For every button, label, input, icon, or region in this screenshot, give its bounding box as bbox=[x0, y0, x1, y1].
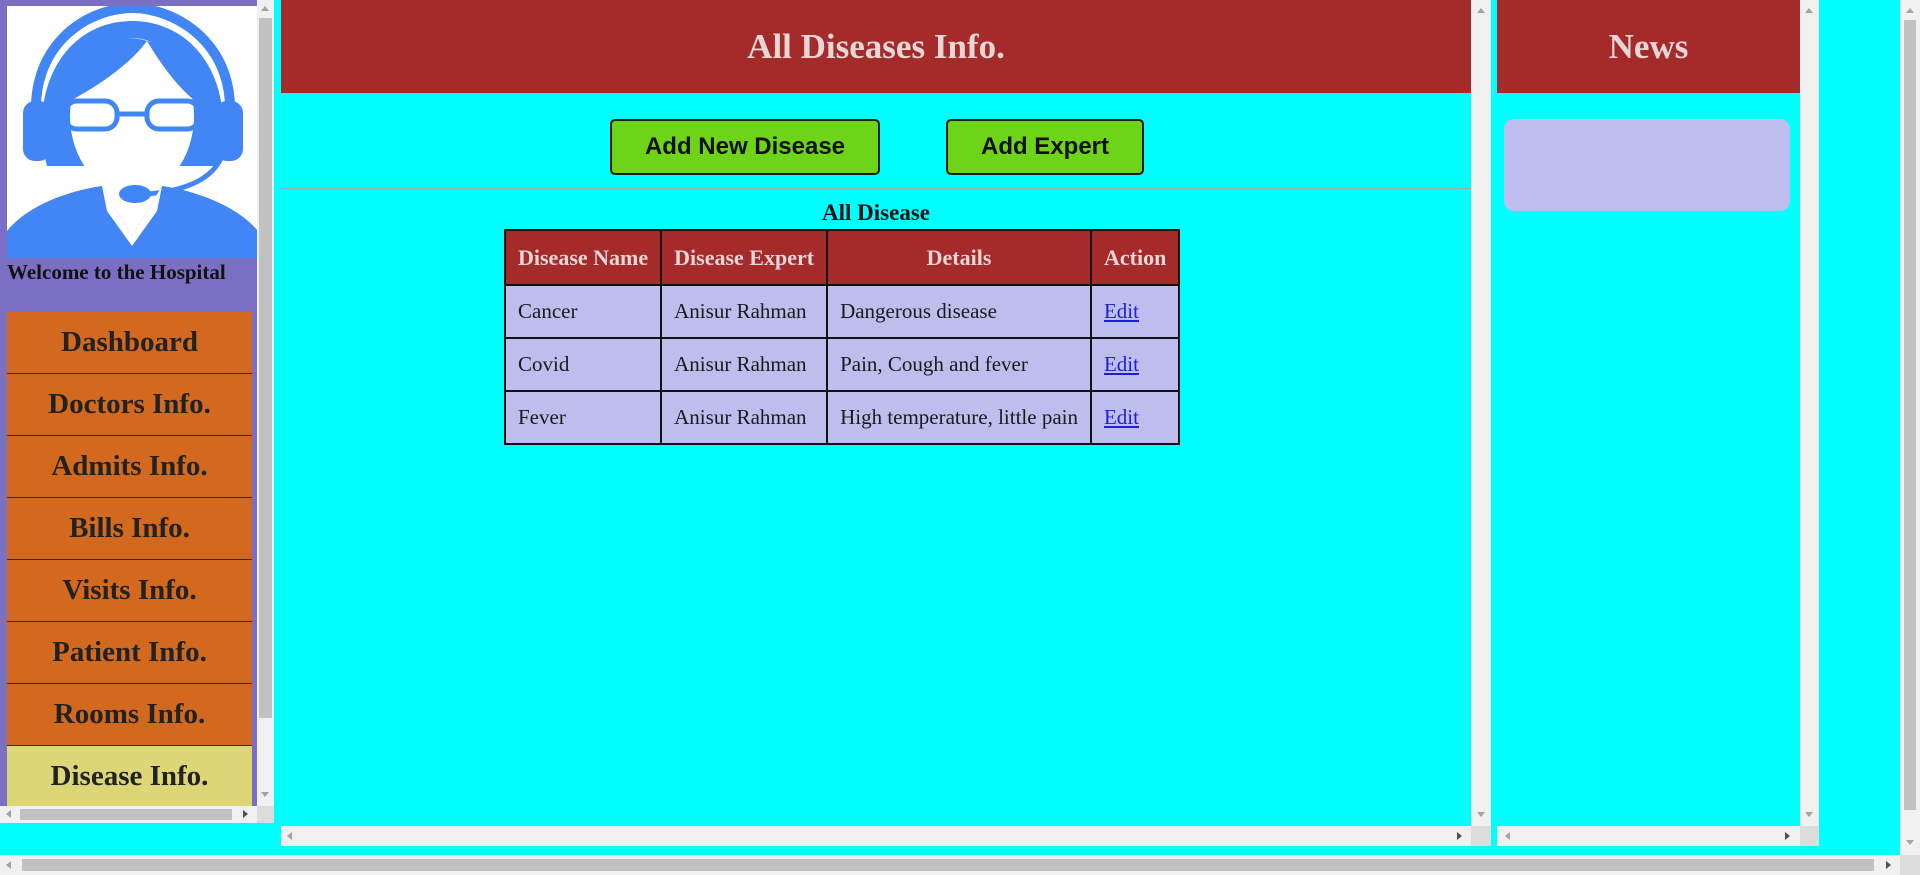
sidebar-nav: Dashboard Doctors Info. Admits Info. Bil… bbox=[7, 312, 252, 806]
scroll-down-arrow-icon[interactable] bbox=[1906, 840, 1914, 845]
scroll-right-arrow-icon[interactable] bbox=[1457, 832, 1462, 840]
table-caption: All Disease bbox=[822, 200, 930, 225]
column-header-disease-name: Disease Name bbox=[503, 229, 663, 286]
scroll-left-arrow-icon[interactable] bbox=[6, 861, 11, 869]
scrollbar-thumb[interactable] bbox=[1904, 20, 1916, 810]
edit-link[interactable]: Edit bbox=[1104, 299, 1139, 323]
action-button-row: Add New Disease Add Expert bbox=[281, 93, 1471, 189]
main-horizontal-scrollbar[interactable] bbox=[281, 826, 1471, 846]
table-header-row: Disease Name Disease Expert Details Acti… bbox=[503, 229, 1181, 286]
welcome-text: Welcome to the Hospital bbox=[7, 260, 226, 284]
page-vertical-scrollbar[interactable] bbox=[1900, 0, 1920, 855]
sidebar-horizontal-scrollbar[interactable] bbox=[0, 806, 257, 823]
edit-link[interactable]: Edit bbox=[1104, 405, 1139, 429]
news-vertical-scrollbar[interactable] bbox=[1800, 0, 1819, 826]
page-horizontal-scrollbar[interactable] bbox=[0, 855, 1900, 875]
details-cell: Dangerous disease bbox=[826, 284, 1092, 339]
add-expert-button[interactable]: Add Expert bbox=[946, 119, 1144, 175]
sidebar-item-dashboard[interactable]: Dashboard bbox=[7, 312, 252, 374]
sidebar-item-admits[interactable]: Admits Info. bbox=[7, 436, 252, 498]
scrollbar-corner bbox=[1900, 855, 1920, 875]
add-new-disease-button[interactable]: Add New Disease bbox=[610, 119, 880, 175]
news-horizontal-scrollbar[interactable] bbox=[1497, 826, 1800, 846]
scroll-left-arrow-icon[interactable] bbox=[287, 832, 292, 840]
scroll-down-arrow-icon[interactable] bbox=[261, 792, 269, 797]
scroll-right-arrow-icon[interactable] bbox=[243, 810, 248, 818]
scrollbar-corner bbox=[1800, 826, 1819, 846]
column-header-details: Details bbox=[826, 229, 1092, 286]
column-header-disease-expert: Disease Expert bbox=[660, 229, 829, 286]
column-header-action: Action bbox=[1089, 229, 1181, 286]
scrollbar-thumb[interactable] bbox=[22, 859, 1874, 871]
scroll-left-arrow-icon[interactable] bbox=[6, 810, 11, 818]
table-row: Cancer Anisur Rahman Dangerous disease E… bbox=[503, 284, 1181, 339]
scroll-right-arrow-icon[interactable] bbox=[1886, 861, 1891, 869]
sidebar-item-doctors[interactable]: Doctors Info. bbox=[7, 374, 252, 436]
sidebar-frame: Welcome to the Hospital Dashboard Doctor… bbox=[0, 0, 277, 827]
sidebar-item-bills[interactable]: Bills Info. bbox=[7, 498, 252, 560]
disease-name-cell: Covid bbox=[503, 337, 663, 392]
main-vertical-scrollbar[interactable] bbox=[1471, 0, 1491, 826]
scrollbar-thumb[interactable] bbox=[20, 809, 232, 820]
support-agent-avatar-icon bbox=[7, 6, 258, 258]
sidebar-item-rooms[interactable]: Rooms Info. bbox=[7, 684, 252, 746]
news-title: News bbox=[1497, 0, 1800, 93]
table-row: Fever Anisur Rahman High temperature, li… bbox=[503, 390, 1181, 445]
scrollbar-corner bbox=[1471, 826, 1491, 846]
sidebar-item-visits[interactable]: Visits Info. bbox=[7, 560, 252, 622]
action-cell: Edit bbox=[1089, 284, 1181, 339]
main-frame: All Diseases Info. Add New Disease Add E… bbox=[281, 0, 1471, 845]
sidebar-vertical-scrollbar[interactable] bbox=[257, 0, 274, 806]
disease-name-cell: Cancer bbox=[503, 284, 663, 339]
news-frame: News bbox=[1497, 0, 1800, 845]
disease-table: Disease Name Disease Expert Details Acti… bbox=[503, 229, 1181, 445]
sidebar-item-patient[interactable]: Patient Info. bbox=[7, 622, 252, 684]
scrollbar-thumb[interactable] bbox=[259, 18, 272, 718]
page-title: All Diseases Info. bbox=[281, 0, 1471, 93]
details-cell: Pain, Cough and fever bbox=[826, 337, 1092, 392]
action-cell: Edit bbox=[1089, 390, 1181, 445]
disease-name-cell: Fever bbox=[503, 390, 663, 445]
disease-expert-cell: Anisur Rahman bbox=[660, 390, 829, 445]
scroll-down-arrow-icon[interactable] bbox=[1805, 812, 1813, 817]
action-cell: Edit bbox=[1089, 337, 1181, 392]
scroll-right-arrow-icon[interactable] bbox=[1785, 832, 1790, 840]
scroll-down-arrow-icon[interactable] bbox=[1477, 812, 1485, 817]
edit-link[interactable]: Edit bbox=[1104, 352, 1139, 376]
disease-expert-cell: Anisur Rahman bbox=[660, 337, 829, 392]
table-row: Covid Anisur Rahman Pain, Cough and feve… bbox=[503, 337, 1181, 392]
scrollbar-corner bbox=[257, 806, 274, 823]
scroll-up-arrow-icon[interactable] bbox=[1805, 8, 1813, 13]
news-content-box bbox=[1504, 119, 1790, 211]
sidebar-item-disease[interactable]: Disease Info. bbox=[7, 746, 252, 806]
scroll-up-arrow-icon[interactable] bbox=[1906, 8, 1914, 13]
disease-expert-cell: Anisur Rahman bbox=[660, 284, 829, 339]
scroll-up-arrow-icon[interactable] bbox=[261, 6, 269, 11]
details-cell: High temperature, little pain bbox=[826, 390, 1092, 445]
scroll-up-arrow-icon[interactable] bbox=[1477, 8, 1485, 13]
scroll-left-arrow-icon[interactable] bbox=[1505, 832, 1510, 840]
sidebar: Welcome to the Hospital Dashboard Doctor… bbox=[0, 0, 258, 806]
